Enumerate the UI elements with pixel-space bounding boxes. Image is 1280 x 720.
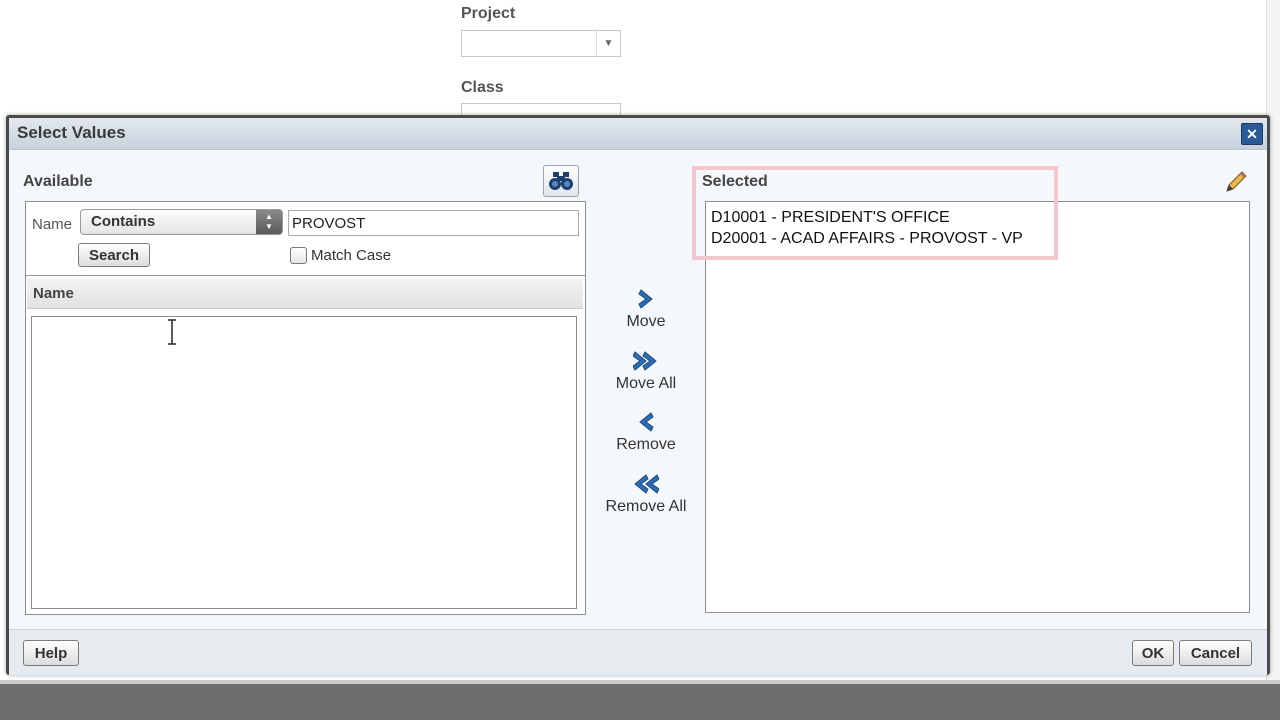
bottom-bar [0,680,1280,720]
close-button[interactable]: ✕ [1241,123,1263,145]
search-input[interactable] [288,210,579,236]
move-label: Move [626,313,666,330]
remove-button[interactable]: Remove [596,411,696,454]
chevron-right-icon [596,288,696,312]
match-case-checkbox[interactable] [290,247,307,264]
find-button[interactable] [543,165,579,197]
match-case-option[interactable]: Match Case [290,247,391,264]
project-select[interactable]: ▼ [461,30,621,57]
remove-all-label: Remove All [605,498,687,515]
chevron-left-icon [596,411,696,435]
cancel-button[interactable]: Cancel [1179,640,1252,666]
dialog-footer: Help OK Cancel [9,629,1267,675]
match-case-label: Match Case [311,247,392,264]
chevron-down-icon: ▼ [596,31,620,56]
selected-list[interactable]: D10001 - PRESIDENT'S OFFICE D20001 - ACA… [705,201,1250,613]
selected-highlight [692,166,1058,260]
ok-button[interactable]: OK [1132,640,1174,666]
dialog-title: Select Values [17,123,126,142]
class-label: Class [461,79,504,96]
move-all-label: Move All [615,375,677,392]
operator-value: Contains [91,213,156,230]
move-button[interactable]: Move [596,288,696,331]
search-button[interactable]: Search [78,243,150,267]
operator-select[interactable]: Contains ▲ ▼ [80,209,283,235]
available-panel: Name Contains ▲▼ Search Match Case Name [25,201,586,615]
available-label: Available [23,173,93,190]
filter-label: Name [32,216,73,233]
help-button[interactable]: Help [23,640,79,666]
dialog-body: Available Name Contains ▲ ▼ PROVOST Sear… [9,151,1267,629]
remove-label: Remove [616,436,676,453]
dialog-header: Select Values ✕ [9,118,1267,150]
close-icon: ✕ [1246,125,1258,142]
select-values-dialog: Select Values ✕ Available Name Contains … [6,115,1270,675]
binoculars-icon [549,172,573,190]
pencil-icon[interactable] [1223,169,1249,199]
available-results-list[interactable] [31,316,577,609]
page: Project ▼ Class Select Values ✕ Availabl… [0,0,1280,720]
search-area: Name Contains ▲▼ Search Match Case [26,202,585,276]
double-chevron-left-icon [596,473,696,497]
double-chevron-right-icon [596,350,696,374]
name-column-header[interactable]: Name [27,278,583,309]
project-label: Project [461,5,516,22]
text-cursor-icon [168,319,176,345]
remove-all-button[interactable]: Remove All [596,473,696,516]
move-all-button[interactable]: Move All [596,350,696,393]
spinner-icon: ▲ ▼ [256,210,282,234]
